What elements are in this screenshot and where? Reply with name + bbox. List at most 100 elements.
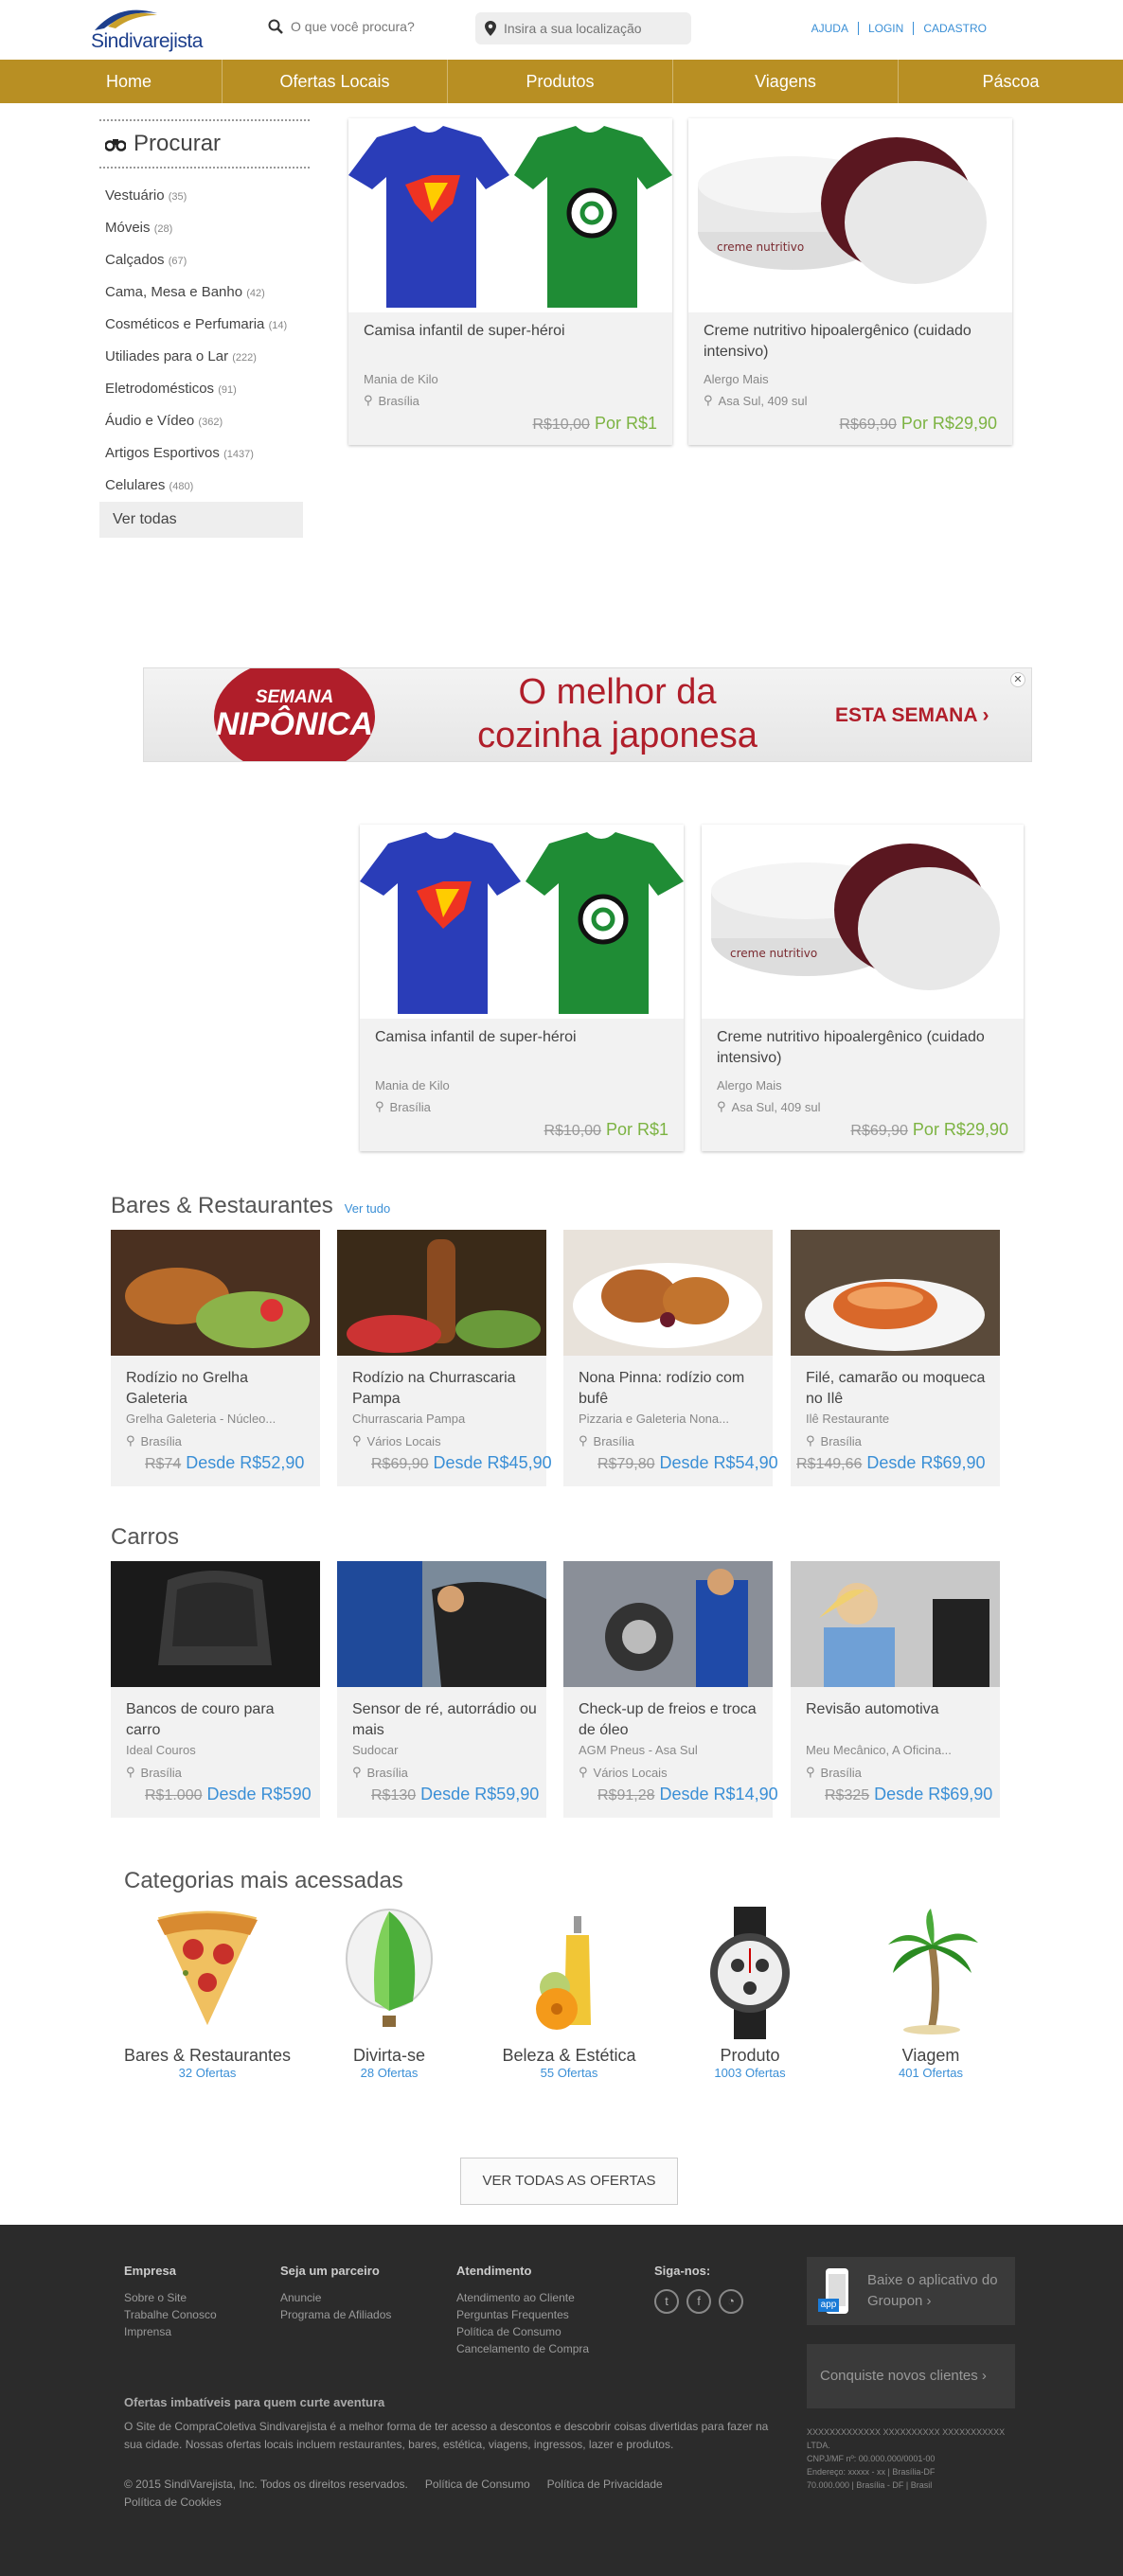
category-tile[interactable]: Viagem 401 Ofertas [841,1907,1021,2080]
logo[interactable]: Sindivarejista [91,6,247,55]
new-price: Desde R$69,90 [874,1785,993,1803]
map-pin-icon: ⚲ [126,1765,135,1779]
product-card[interactable]: Camisa infantil de super-héroi Mania de … [360,825,684,1151]
new-price: Desde R$54,90 [659,1453,778,1472]
product-card[interactable]: Camisa infantil de super-héroi Mania de … [348,118,672,445]
nav-viagens[interactable]: Viagens [673,60,899,103]
footer-link[interactable]: Perguntas Frequentes [456,2306,589,2323]
location-text: Vários Locais [593,1765,668,1780]
footer-tagline: Ofertas imbatíveis para quem curte avent… [124,2395,385,2409]
category-count[interactable]: 1003 Ofertas [660,2066,840,2080]
category-tile[interactable]: Produto 1003 Ofertas [660,1907,840,2080]
category-item[interactable]: Artigos Esportivos (1437) [99,437,303,470]
location-input[interactable] [504,21,684,36]
deal-card[interactable]: Sensor de ré, autorrádio ou mais Sudocar… [337,1561,546,1818]
category-item[interactable]: Vestuário (35) [99,180,303,212]
nav-ofertas-locais[interactable]: Ofertas Locais [223,60,448,103]
footer-link[interactable]: Programa de Afiliados [280,2306,391,2323]
new-clients-button[interactable]: Conquiste novos clientes › [807,2344,1015,2408]
category-count[interactable]: 55 Ofertas [479,2066,659,2080]
category-item[interactable]: Calçados (67) [99,244,303,276]
policy-consumo-link[interactable]: Política de Consumo [425,2478,530,2491]
download-app-box[interactable]: app Baixe o aplicativo do Groupon › [807,2257,1015,2325]
signup-link[interactable]: CADASTRO [913,22,996,35]
category-item[interactable]: Áudio e Vídeo (362) [99,405,303,437]
deal-card[interactable]: Revisão automotiva Meu Mecânico, A Ofici… [791,1561,1000,1818]
deal-card[interactable]: Bancos de couro para carro Ideal Couros … [111,1561,320,1818]
category-count[interactable]: 28 Ofertas [299,2066,479,2080]
new-price: Por R$1 [605,1120,668,1139]
login-link[interactable]: LOGIN [857,22,913,35]
category-item[interactable]: Utiliades para o Lar (222) [99,341,303,373]
category-item[interactable]: Cosméticos e Perfumaria (14) [99,309,303,341]
footer-link[interactable]: Política de Consumo [456,2323,589,2340]
location-field[interactable] [475,12,691,44]
deal-name: Filé, camarão ou moqueca no Ilê [806,1370,986,1407]
deal-card[interactable]: Filé, camarão ou moqueca no Ilê Ilê Rest… [791,1230,1000,1486]
car-seat-image [111,1561,320,1687]
facebook-icon[interactable]: f [686,2289,711,2314]
footer-link[interactable]: Sobre o Site [124,2289,217,2306]
see-all-offers-button[interactable]: VER TODAS AS OFERTAS [460,2158,678,2205]
deal-card[interactable]: Nona Pinna: rodízio com bufê Pizzaria e … [563,1230,778,1486]
category-count[interactable]: 32 Ofertas [117,2066,297,2080]
section-title-carros: Carros [111,1524,180,1550]
new-price: Por R$29,90 [912,1120,1008,1139]
nav-home[interactable]: Home [0,60,223,103]
deal-location: ⚲ Vários Locais [352,1433,441,1448]
category-item[interactable]: Celulares (480) [99,470,303,502]
category-item[interactable]: Cama, Mesa e Banho (42) [99,276,303,309]
deal-card[interactable]: Rodízio no Grelha Galeteria Grelha Galet… [111,1230,320,1486]
nav-produtos[interactable]: Produtos [448,60,673,103]
product-card[interactable]: creme nutritivo Creme nutritivo hipoaler… [702,825,1024,1151]
category-tile[interactable]: Beleza & Estética 55 Ofertas [479,1907,659,2080]
category-label: Áudio e Vídeo [105,413,195,429]
map-pin-icon: ⚲ [704,393,713,407]
ad-banner[interactable]: SEMANA NIPÔNICA O melhor da cozinha japo… [143,667,1032,762]
deal-name: Rodízio no Grelha Galeteria [126,1370,248,1407]
category-item[interactable]: Móveis (28) [99,212,303,244]
footer-link[interactable]: Atendimento ao Cliente [456,2289,589,2306]
twitter-icon[interactable]: t [654,2289,679,2314]
footer-link[interactable]: Imprensa [124,2323,217,2340]
legal-line: XXXXXXXXXXXXX XXXXXXXXXX XXXXXXXXXXX LTD… [807,2427,1006,2450]
new-price: Desde R$590 [206,1785,312,1803]
category-count: (1437) [223,449,254,460]
footer-link[interactable]: Anuncie [280,2289,391,2306]
product-location: ⚲ Asa Sul, 409 sul [717,1099,820,1114]
category-count: (14) [268,320,288,331]
category-tile[interactable]: Bares & Restaurantes 32 Ofertas [117,1907,297,2080]
category-label: Vestuário [105,187,165,204]
old-price: R$325 [825,1787,870,1803]
category-count: (480) [169,481,194,492]
product-card[interactable]: creme nutritivo Creme nutritivo hipoaler… [688,118,1012,445]
product-name: Creme nutritivo hipoalergênico (cuidado … [717,1029,985,1066]
app-badge: app [818,2299,839,2312]
car-sensor-image [337,1561,546,1687]
category-count: (67) [168,256,187,267]
rss-icon[interactable]: ◔ [719,2289,743,2314]
category-label: Calçados [105,252,165,268]
category-item[interactable]: Eletrodomésticos (91) [99,373,303,405]
nav-pascoa[interactable]: Páscoa [899,60,1123,103]
category-label: Celulares [105,477,166,493]
category-tile[interactable]: Divirta-se 28 Ofertas [299,1907,479,2080]
view-all-link[interactable]: Ver tudo [345,1201,390,1216]
search-box[interactable]: O que você procura? [268,19,415,34]
policy-privacy-link[interactable]: Política de Privacidade [547,2478,663,2491]
palm-tree-icon [841,1907,1021,2039]
deal-card[interactable]: Rodízio na Churrascaria Pampa Churrascar… [337,1230,552,1486]
deal-card[interactable]: Check-up de freios e troca de óleo AGM P… [563,1561,778,1818]
footer-link[interactable]: Cancelamento de Compra [456,2340,589,2357]
see-all-categories-button[interactable]: Ver todas [99,502,303,538]
footer-link[interactable]: Trabalhe Conosco [124,2306,217,2323]
banner-cta[interactable]: ESTA SEMANA › [835,704,989,727]
category-label: Eletrodomésticos [105,381,215,397]
header: Sindivarejista O que você procura? AJUDA… [0,0,1123,60]
policy-cookies-link[interactable]: Política de Cookies [124,2496,222,2509]
category-count[interactable]: 401 Ofertas [841,2066,1021,2080]
footer-legal: XXXXXXXXXXXXX XXXXXXXXXX XXXXXXXXXXX LTD… [807,2425,1025,2492]
help-link[interactable]: AJUDA [802,22,858,35]
deal-price: R$69,90 Desde R$45,90 [371,1453,552,1473]
close-icon[interactable]: ✕ [1010,672,1025,687]
